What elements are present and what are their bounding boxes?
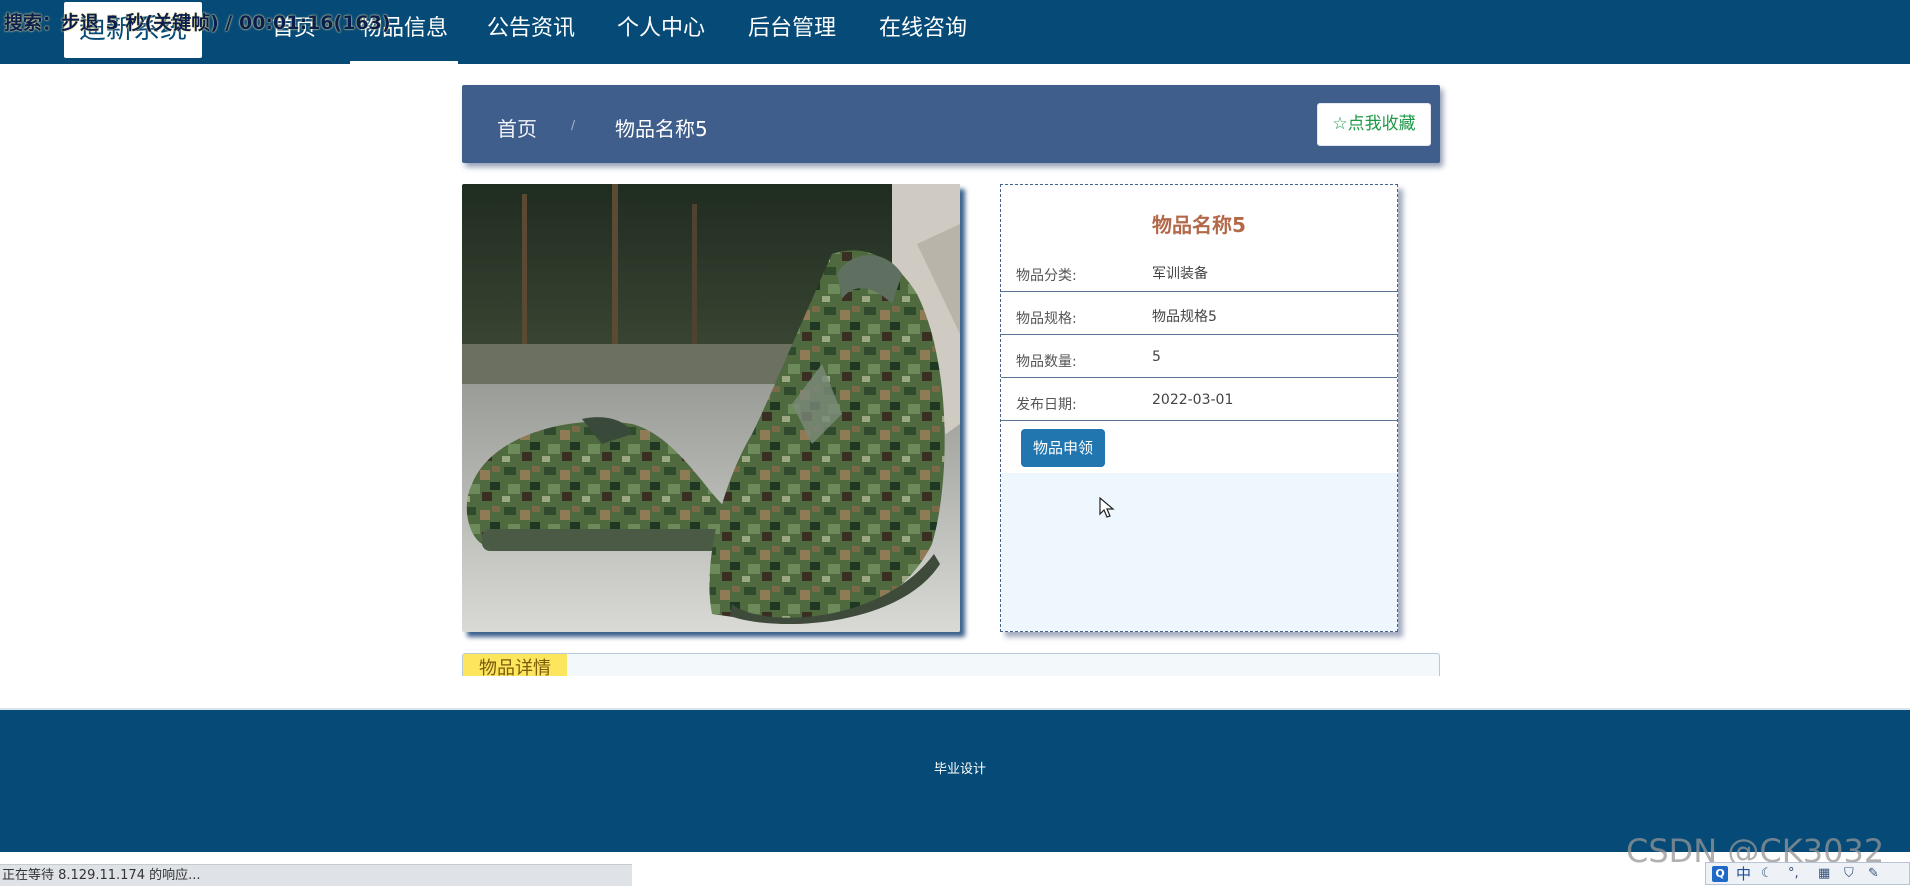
spec-label: 物品规格: — [1016, 311, 1077, 327]
breadcrumb-home-link[interactable]: 首页 — [497, 113, 537, 142]
keyboard-icon[interactable]: ▦ — [1818, 864, 1830, 884]
details-tab-strip: 物品详情 — [462, 653, 1440, 676]
ime-logo-icon[interactable]: Q — [1712, 866, 1728, 882]
camo-sneaker-photo-icon — [462, 184, 960, 632]
product-image — [462, 184, 960, 632]
detail-row-category: 物品分类: 军训装备 — [1001, 249, 1397, 292]
date-label: 发布日期: — [1016, 397, 1077, 413]
nav-item-consult[interactable]: 在线咨询 — [879, 0, 967, 64]
footer-text: 毕业设计 — [933, 762, 986, 777]
breadcrumb-current: 物品名称5 — [615, 117, 708, 141]
product-title: 物品名称5 — [1152, 213, 1246, 237]
nav-item-news[interactable]: 公告资讯 — [487, 0, 575, 64]
moon-icon[interactable]: ☾ — [1761, 864, 1773, 884]
mouse-cursor-icon — [1099, 497, 1115, 518]
favorite-button[interactable]: ☆点我收藏 — [1317, 103, 1431, 146]
category-label: 物品分类: — [1016, 268, 1077, 284]
tab-item-details[interactable]: 物品详情 — [463, 654, 567, 676]
detail-row-date: 发布日期: 2022-03-01 — [1001, 378, 1397, 421]
ime-toolbar[interactable]: Q 中 ☾ °, ▦ ⛉ ✎ — [1705, 862, 1910, 885]
detail-row-quantity: 物品数量: 5 — [1001, 335, 1397, 378]
apply-item-button[interactable]: 物品申领 — [1021, 429, 1105, 467]
quantity-label: 物品数量: — [1016, 354, 1077, 370]
footer: 毕业设计 — [0, 708, 1910, 852]
nav-item-personal[interactable]: 个人中心 — [617, 0, 705, 64]
date-value: 2022-03-01 — [1152, 392, 1234, 408]
category-value: 军训装备 — [1152, 266, 1208, 282]
video-seek-overlay: 搜索：步退 5 秒(关键帧) / 00:01:16(163) — [4, 12, 391, 34]
quantity-value: 5 — [1152, 349, 1161, 365]
nav-item-admin[interactable]: 后台管理 — [748, 0, 836, 64]
punctuation-icon[interactable]: °, — [1788, 864, 1799, 884]
wrench-icon[interactable]: ✎ — [1868, 864, 1879, 884]
detail-row-spec: 物品规格: 物品规格5 — [1001, 292, 1397, 335]
shirt-icon[interactable]: ⛉ — [1844, 864, 1854, 884]
ime-mode-toggle[interactable]: 中 — [1736, 864, 1751, 884]
product-detail-panel: 物品名称5 物品分类: 军训装备 物品规格: 物品规格5 物品数量: 5 发布日… — [1000, 184, 1398, 632]
browser-status-bar: 正在等待 8.129.11.174 的响应... — [0, 864, 632, 886]
spec-value: 物品规格5 — [1152, 309, 1217, 325]
breadcrumb-separator: / — [571, 118, 576, 132]
breadcrumb: 首页 / 物品名称5 ☆点我收藏 — [462, 85, 1440, 163]
